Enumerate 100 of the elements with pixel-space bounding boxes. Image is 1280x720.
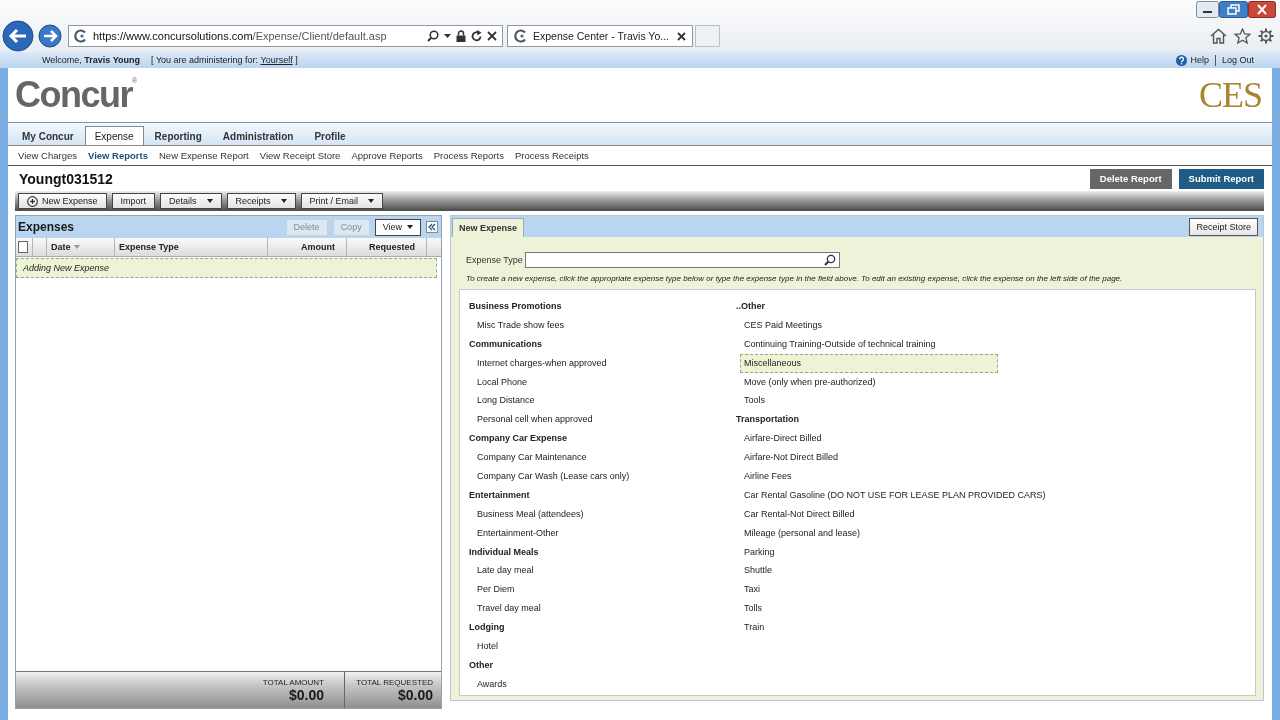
expense-type-item[interactable]: Car Rental-Not Direct Billed (740, 504, 998, 524)
nav-tab[interactable]: Administration (212, 126, 304, 145)
subnav-link[interactable]: Process Receipts (514, 150, 589, 161)
category-heading: Entertainment (469, 488, 531, 502)
expense-type-item[interactable]: Awards (473, 674, 731, 694)
log-out-link[interactable]: Log Out (1215, 55, 1254, 65)
total-label: TOTAL AMOUNT (262, 677, 324, 687)
category-heading: ..Other (736, 300, 766, 313)
report-action-button[interactable]: Delete Report (1089, 168, 1172, 189)
column-header[interactable]: Requested (369, 242, 415, 252)
nav-tab[interactable]: My Concur (12, 126, 84, 145)
search-icon[interactable] (427, 30, 439, 42)
expense-type-item[interactable]: Tools (740, 391, 998, 411)
category-heading: Individual Meals (469, 545, 540, 559)
restore-icon[interactable] (1219, 1, 1248, 18)
toolbar-button[interactable]: New Expense (18, 193, 107, 209)
field-label: Expense Type (466, 255, 523, 265)
welcome-text: Welcome, Travis Young (42, 55, 141, 65)
url-text: https://www.concursolutions.com/Expense/Client/default.asp (93, 30, 388, 42)
browser-tab[interactable]: Expense Center - Travis Yo... (507, 25, 693, 47)
total-value: $0.00 (397, 686, 433, 703)
expense-type-item[interactable]: Business Meal (attendees) (473, 504, 731, 524)
toolbar-button[interactable]: Details (160, 193, 222, 209)
subnav-link[interactable]: Approve Reports (351, 150, 423, 161)
expense-type-item[interactable]: Miscellaneous (740, 353, 998, 373)
expense-type-item[interactable]: Local Phone (473, 372, 731, 392)
double-chevron-icon[interactable] (426, 221, 438, 233)
expense-type-item[interactable]: Airfare-Not Direct Billed (740, 448, 998, 467)
select-all-checkbox[interactable] (18, 241, 28, 253)
expense-type-item[interactable]: Tolls (740, 599, 998, 619)
toolbar-button[interactable]: Print / Email (300, 193, 384, 209)
toolbar-button[interactable]: Import (111, 193, 156, 209)
expense-type-item[interactable]: Misc Trade show fees (473, 315, 731, 335)
caret-icon (280, 199, 287, 203)
plus-circle-icon (27, 195, 38, 207)
expense-type-item[interactable]: Long Distance (473, 391, 731, 411)
settings-icon[interactable] (1258, 28, 1274, 44)
subnav-link[interactable]: View Reports (87, 150, 148, 161)
column-header[interactable]: Date (51, 242, 71, 252)
help-link[interactable]: Help (1176, 54, 1216, 66)
expense-row[interactable]: Adding New Expense (16, 258, 437, 278)
nav-tab[interactable]: Reporting (144, 126, 212, 145)
refresh-icon[interactable] (471, 30, 482, 42)
expense-type-field[interactable] (524, 252, 840, 268)
x-icon[interactable] (487, 31, 497, 41)
back-icon[interactable] (2, 20, 34, 52)
expense-type-item[interactable]: Continuing Training-Outside of technical training (740, 334, 998, 354)
minimize-icon[interactable] (1196, 1, 1219, 18)
close-icon[interactable] (677, 31, 686, 41)
total-value: $0.00 (288, 686, 324, 703)
home-icon[interactable] (1210, 28, 1227, 44)
yourself-link[interactable]: Yourself (260, 55, 293, 65)
category-heading: Transportation (736, 413, 800, 427)
caret-icon (368, 199, 375, 203)
expense-type-item[interactable]: Train (740, 618, 998, 638)
subnav-link[interactable]: Process Reports (433, 150, 504, 161)
expense-type-item[interactable]: Entertainment-Other (473, 523, 731, 543)
star-icon[interactable] (1234, 28, 1251, 44)
expense-type-item[interactable]: Personal cell when approved (473, 410, 731, 430)
panel-title: Expenses (18, 220, 75, 234)
expense-type-item[interactable]: Hotel (473, 637, 731, 656)
column-header[interactable]: Expense Type (119, 242, 179, 252)
panel-action-button[interactable]: View (374, 218, 421, 236)
caret-icon (407, 225, 413, 229)
subnav-link[interactable]: View Charges (18, 150, 77, 161)
nav-tab[interactable]: Expense (84, 126, 144, 145)
expense-type-item[interactable]: Company Car Wash (Lease cars only) (473, 467, 731, 486)
expense-type-item[interactable]: CES Paid Meetings (740, 315, 998, 335)
expense-type-item[interactable]: Mileage (personal and lease) (740, 523, 998, 543)
expense-type-item[interactable]: Airfare-Direct Billed (740, 429, 998, 449)
expense-type-item[interactable]: Move (only when pre-authorized) (740, 372, 998, 392)
category-heading: Company Car Expense (469, 432, 569, 446)
report-action-button[interactable]: Submit Report (1178, 168, 1264, 189)
category-heading: Communications (469, 337, 543, 351)
nav-tab[interactable]: Profile (304, 126, 356, 145)
expense-type-item[interactable]: Airline Fees (740, 467, 998, 486)
subnav-link[interactable]: New Expense Report (159, 150, 249, 161)
report-title: Youngt031512 (19, 170, 113, 187)
caret-icon[interactable] (444, 34, 451, 38)
expense-type-item[interactable]: Shuttle (740, 561, 998, 581)
expense-type-item[interactable]: Company Car Maintenance (473, 448, 731, 467)
client-logo: CES (1198, 77, 1262, 113)
toolbar-button[interactable]: Receipts (226, 193, 296, 209)
expense-type-item[interactable]: Travel day meal (473, 599, 731, 619)
expense-type-item[interactable]: Car Rental Gasoline (DO NOT USE FOR LEASE PLAN PROVIDED CARS) (740, 485, 1050, 505)
expense-type-item[interactable]: Internet charges-when approved (473, 353, 731, 373)
column-header[interactable]: Amount (301, 242, 335, 252)
address-bar[interactable]: https://www.concursolutions.com/Expense/Client/default.asp (68, 25, 503, 47)
expense-type-item[interactable]: Parking (740, 542, 998, 562)
expense-type-item[interactable]: Taxi (740, 580, 998, 600)
expense-type-item[interactable]: Late day meal (473, 561, 731, 581)
receipt-store-button[interactable]: Receipt Store (1189, 217, 1258, 236)
search-icon[interactable] (823, 254, 836, 266)
forward-icon[interactable] (38, 24, 62, 48)
expense-type-item[interactable]: Per Diem (473, 580, 731, 600)
panel-tab[interactable]: New Expense (452, 218, 525, 237)
close-icon[interactable] (1248, 1, 1276, 18)
lock-icon (456, 30, 466, 42)
subnav-link[interactable]: View Receipt Store (259, 150, 341, 161)
c-letter-icon (514, 29, 528, 43)
